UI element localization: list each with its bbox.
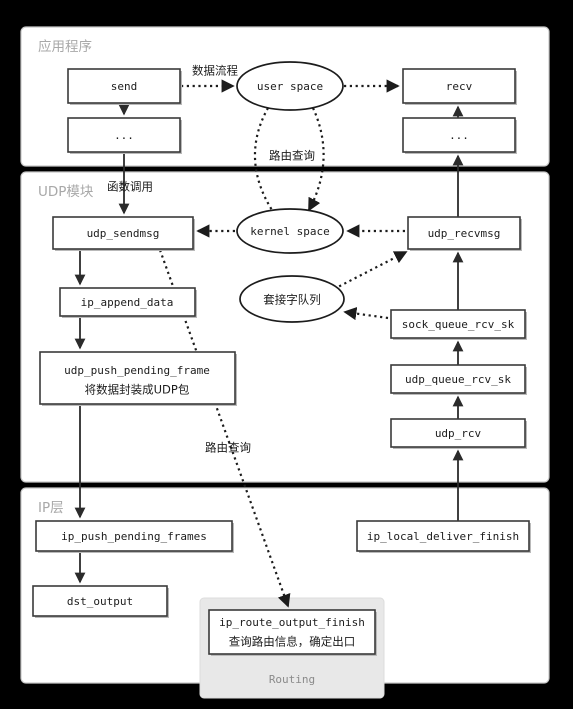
node-kernel-space-label: kernel space <box>250 225 329 238</box>
node-udp-push-pending-frame-label: udp_push_pending_frame <box>64 364 210 377</box>
network-stack-diagram: 应用程序 UDP模块 IP层 Routing send ... recv ...… <box>20 26 550 699</box>
node-socket-queue-label: 套接字队列 <box>263 293 321 307</box>
node-send-label: send <box>111 80 138 93</box>
node-dst-output-label: dst_output <box>67 595 133 608</box>
node-ip-route-output-finish[interactable]: ip_route_output_finish 查询路由信息，确定出口 <box>208 609 377 656</box>
panel-udp-module-label: UDP模块 <box>38 184 94 200</box>
node-udp-rcv[interactable]: udp_rcv <box>390 418 527 449</box>
node-udp-push-pending-frame[interactable]: udp_push_pending_frame 将数据封装成UDP包 <box>39 351 237 406</box>
node-recv-label: recv <box>446 80 473 93</box>
node-ip-local-deliver-finish[interactable]: ip_local_deliver_finish <box>356 520 531 553</box>
node-udp-recvmsg-label: udp_recvmsg <box>428 227 501 240</box>
node-sock-queue-rcv-sk-label: sock_queue_rcv_sk <box>402 318 515 331</box>
edge-label-function-call: 函数调用 <box>107 180 153 194</box>
node-ip-local-deliver-finish-label: ip_local_deliver_finish <box>367 530 519 543</box>
edge-label-data-flow: 数据流程 <box>192 64 238 78</box>
node-dst-output[interactable]: dst_output <box>32 585 169 618</box>
node-socket-queue[interactable]: 套接字队列 <box>239 275 345 323</box>
node-app-dots-right-label: ... <box>449 129 469 142</box>
node-udp-queue-rcv-sk-label: udp_queue_rcv_sk <box>405 373 511 386</box>
node-app-dots-left-label: ... <box>114 129 134 142</box>
node-ip-route-output-finish-label: ip_route_output_finish <box>219 616 365 629</box>
edge-label-route-query-lower: 路由查询 <box>205 441 251 455</box>
panel-ip-layer-label: IP层 <box>38 500 64 516</box>
node-recv[interactable]: recv <box>402 68 517 105</box>
node-kernel-space[interactable]: kernel space <box>236 208 344 254</box>
node-sock-queue-rcv-sk[interactable]: sock_queue_rcv_sk <box>390 309 527 340</box>
node-ip-push-pending-frames-label: ip_push_pending_frames <box>61 530 207 543</box>
node-ip-append-data[interactable]: ip_append_data <box>59 287 197 318</box>
node-app-dots-right[interactable]: ... <box>402 117 517 154</box>
node-ip-push-pending-frames[interactable]: ip_push_pending_frames <box>35 520 234 553</box>
node-user-space-label: user space <box>257 80 323 93</box>
node-udp-rcv-label: udp_rcv <box>435 427 482 440</box>
node-udp-recvmsg[interactable]: udp_recvmsg <box>407 216 522 251</box>
diagram-root: 应用程序 UDP模块 IP层 Routing send ... recv ...… <box>0 0 573 709</box>
panel-application-label: 应用程序 <box>38 38 92 55</box>
node-app-dots-left[interactable]: ... <box>67 117 182 154</box>
node-send[interactable]: send <box>67 68 182 105</box>
node-ip-append-data-label: ip_append_data <box>81 296 174 309</box>
group-routing-label: Routing <box>269 673 315 686</box>
node-ip-route-output-finish-label2: 查询路由信息，确定出口 <box>229 635 356 649</box>
edge-label-route-query-upper: 路由查询 <box>269 149 315 163</box>
node-udp-sendmsg[interactable]: udp_sendmsg <box>52 216 195 251</box>
node-udp-push-pending-frame-label2: 将数据封装成UDP包 <box>85 383 190 397</box>
node-user-space[interactable]: user space <box>236 61 344 111</box>
node-udp-sendmsg-label: udp_sendmsg <box>87 227 160 240</box>
node-udp-queue-rcv-sk[interactable]: udp_queue_rcv_sk <box>390 364 527 395</box>
